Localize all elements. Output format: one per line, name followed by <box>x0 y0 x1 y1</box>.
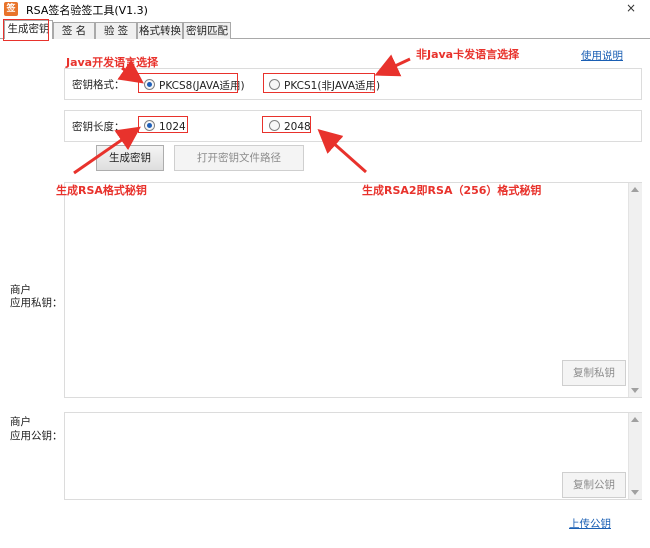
tab-format-convert[interactable]: 格式转换 <box>137 22 183 39</box>
scroll-down-arrow-icon[interactable] <box>631 490 639 495</box>
annotation-non-java: 非Java卡发语言选择 <box>416 48 520 61</box>
close-button[interactable]: × <box>616 0 646 16</box>
private-key-textarea[interactable] <box>64 182 642 398</box>
public-key-label-line1: 商户 <box>10 416 31 428</box>
key-format-label: 密钥格式： <box>72 79 125 91</box>
help-link[interactable]: 使用说明 <box>581 48 623 63</box>
copy-private-key-button[interactable]: 复制私钥 <box>562 360 626 386</box>
public-key-label-line2: 应用公钥： <box>10 430 63 442</box>
private-key-scrollbar[interactable] <box>628 183 642 397</box>
tab-verify[interactable]: 验 签 <box>95 22 137 39</box>
open-key-path-button[interactable]: 打开密钥文件路径 <box>174 145 304 171</box>
upload-public-key-link[interactable]: 上传公钥 <box>569 516 611 531</box>
scroll-down-arrow-icon[interactable] <box>631 388 639 393</box>
annotation-box-1024 <box>138 116 188 133</box>
tab-sign[interactable]: 签 名 <box>53 22 95 39</box>
private-key-label-line2: 应用私钥： <box>10 297 63 309</box>
annotation-rsa: 生成RSA格式秘钥 <box>56 184 147 197</box>
annotation-box-pkcs8 <box>138 73 238 93</box>
scroll-up-arrow-icon[interactable] <box>631 187 639 192</box>
key-length-label: 密钥长度： <box>72 121 125 133</box>
scroll-up-arrow-icon[interactable] <box>631 417 639 422</box>
copy-public-key-button[interactable]: 复制公钥 <box>562 472 626 498</box>
generate-key-button[interactable]: 生成密钥 <box>96 145 164 171</box>
tab-key-match[interactable]: 密钥匹配 <box>183 22 231 39</box>
window-title: RSA签名验签工具(V1.3) <box>26 4 148 17</box>
annotation-java: Java开发语言选择 <box>66 56 159 69</box>
public-key-textarea[interactable] <box>64 412 642 500</box>
app-icon: 签 <box>4 2 18 16</box>
annotation-box-2048 <box>262 116 311 133</box>
annotation-box-tab <box>3 19 49 41</box>
public-key-scrollbar[interactable] <box>628 413 642 499</box>
annotation-rsa2: 生成RSA2即RSA（256）格式秘钥 <box>362 184 542 197</box>
annotation-box-pkcs1 <box>263 73 375 93</box>
